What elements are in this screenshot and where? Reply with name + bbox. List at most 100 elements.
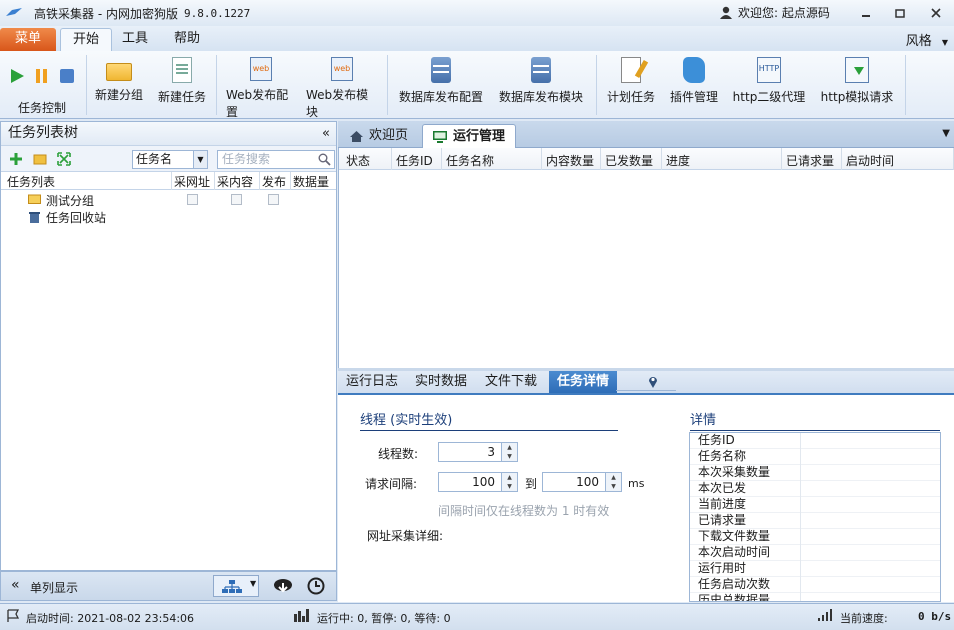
tab-welcome-label: 欢迎页 xyxy=(369,128,409,143)
tab-run-log[interactable]: 运行日志 xyxy=(338,371,406,393)
tab-tools[interactable]: 工具 xyxy=(110,28,160,51)
info-row-label: 运行用时 xyxy=(698,561,747,575)
info-row-label: 本次启动时间 xyxy=(698,545,771,559)
column-collect-content[interactable]: 采内容 xyxy=(217,173,253,190)
stop-task-button[interactable] xyxy=(59,68,75,84)
web-publish-config-label: Web发布配置 xyxy=(226,88,289,119)
column-task-list[interactable]: 任务列表 xyxy=(7,173,55,190)
task-tree-panel: 任务列表树 « 任务名 ▼ 任务搜索 任务列表 采网址 采内容 发布 数据量 测… xyxy=(0,121,337,571)
column-publish[interactable]: 发布 xyxy=(262,173,286,190)
pause-task-button[interactable] xyxy=(34,68,50,84)
collect-url-checkbox[interactable] xyxy=(187,194,198,205)
tree-item-recycle-bin[interactable]: 任务回收站 xyxy=(1,208,336,226)
document-tabs: 欢迎页 运行管理 ▼ xyxy=(338,121,954,148)
info-row: 本次采集数量 xyxy=(690,465,940,481)
app-menu-tab[interactable]: 菜单 xyxy=(0,28,56,51)
info-row: 任务启动次数 xyxy=(690,577,940,593)
task-control-label: 任务控制 xyxy=(18,101,67,115)
clock-icon[interactable] xyxy=(307,577,325,595)
info-row-label: 任务启动次数 xyxy=(698,577,771,591)
column-collect-url[interactable]: 采网址 xyxy=(174,173,210,190)
style-menu[interactable]: 风格 ▼ xyxy=(906,30,948,49)
tab-start[interactable]: 开始 xyxy=(60,28,113,51)
add-icon[interactable] xyxy=(9,152,23,166)
thread-count-label: 线程数: xyxy=(378,447,419,461)
web-publish-config-button[interactable]: web Web发布配置 xyxy=(226,57,296,119)
task-field-select[interactable]: 任务名 ▼ xyxy=(132,150,208,169)
info-row-label: 下载文件数量 xyxy=(698,529,771,543)
close-button[interactable] xyxy=(928,5,944,21)
plugin-manage-button[interactable]: 插件管理 xyxy=(668,57,720,113)
collect-content-checkbox[interactable] xyxy=(231,194,242,205)
layout-view-button[interactable]: ▼ xyxy=(213,575,259,597)
tab-task-detail[interactable]: 任务详情 xyxy=(549,371,618,393)
collapse-panel-icon[interactable]: « xyxy=(322,122,330,145)
http-request-icon xyxy=(845,57,869,83)
start-task-button[interactable] xyxy=(9,68,25,84)
tab-file-download[interactable]: 文件下载 xyxy=(477,371,545,393)
detail-tabs: 运行日志 实时数据 文件下载 任务详情 xyxy=(338,371,954,395)
window-title: 高铁采集器 - 内网加密狗版 xyxy=(34,6,178,21)
task-search-placeholder: 任务搜索 xyxy=(222,152,271,166)
db-publish-module-button[interactable]: 数据库发布模块 xyxy=(498,57,584,113)
tab-list-dropdown-icon[interactable]: ▼ xyxy=(942,128,950,139)
http-request-button[interactable]: http模拟请求 xyxy=(818,57,896,113)
column-requested-count[interactable]: 已请求量 xyxy=(786,152,834,169)
expand-icon[interactable] xyxy=(57,152,71,166)
cloud-download-icon[interactable] xyxy=(273,577,293,595)
task-detail-panel: 线程 (实时生效) 线程数: 3 ▲ ▼ 请求间隔: 100 ▲ ▼ 到 100 ▲… xyxy=(338,395,954,602)
minimize-button[interactable] xyxy=(858,5,874,21)
info-row: 任务ID xyxy=(690,433,940,449)
interval-unit: ms xyxy=(628,477,645,490)
column-start-time[interactable]: 启动时间 xyxy=(846,152,894,169)
db-publish-config-button[interactable]: 数据库发布配置 xyxy=(398,57,484,113)
user-greeting: 欢迎您: 起点源码 xyxy=(738,6,830,20)
interval-from-value: 100 xyxy=(472,475,495,489)
web-publish-module-button[interactable]: web Web发布模块 xyxy=(306,57,378,119)
user-info[interactable]: 欢迎您: 起点源码 xyxy=(720,4,830,21)
schedule-icon xyxy=(621,57,641,83)
column-status[interactable]: 状态 xyxy=(346,152,370,169)
restore-button[interactable] xyxy=(892,5,908,21)
interval-from-stepper[interactable]: 100 ▲ ▼ xyxy=(438,472,518,492)
column-data-count[interactable]: 数据量 xyxy=(293,173,329,190)
search-icon[interactable] xyxy=(318,153,331,166)
column-published-count[interactable]: 已发数量 xyxy=(605,152,653,169)
db-config-icon xyxy=(431,57,451,83)
column-task-name[interactable]: 任务名称 xyxy=(446,152,494,169)
run-status: 运行中: 0, 暂停: 0, 等待: 0 xyxy=(317,612,451,625)
http-proxy-icon: HTTP xyxy=(757,57,781,83)
schedule-task-button[interactable]: 计划任务 xyxy=(606,57,656,113)
folder-icon xyxy=(106,63,132,81)
stepper-arrows-icon[interactable]: ▲ ▼ xyxy=(605,473,621,491)
interval-to-stepper[interactable]: 100 ▲ ▼ xyxy=(542,472,622,492)
new-task-button[interactable]: 新建任务 xyxy=(157,57,207,113)
single-column-label[interactable]: 单列显示 xyxy=(30,579,78,596)
web-config-icon: web xyxy=(250,57,272,81)
column-task-id[interactable]: 任务ID xyxy=(396,152,433,169)
info-section-title: 详情 xyxy=(690,409,940,431)
db-publish-config-label: 数据库发布配置 xyxy=(398,90,483,104)
single-column-icon[interactable]: « xyxy=(11,577,20,593)
task-search-input[interactable]: 任务搜索 xyxy=(217,150,335,169)
status-bar: 启动时间: 2021-08-02 23:54:06 运行中: 0, 暂停: 0,… xyxy=(0,603,954,630)
column-content-count[interactable]: 内容数量 xyxy=(546,152,594,169)
http-proxy-button[interactable]: HTTP http二级代理 xyxy=(731,57,807,113)
interval-to-value: 100 xyxy=(576,475,599,489)
tab-welcome[interactable]: 欢迎页 xyxy=(340,124,418,148)
publish-checkbox[interactable] xyxy=(268,194,279,205)
hierarchy-icon xyxy=(222,580,242,593)
tab-realtime-data[interactable]: 实时数据 xyxy=(407,371,475,393)
stepper-arrows-icon[interactable]: ▲ ▼ xyxy=(501,443,517,461)
tree-item-test-group[interactable]: 测试分组 xyxy=(1,190,336,208)
new-group-button[interactable]: 新建分组 xyxy=(94,57,144,113)
ribbon-toolbar: 任务控制 新建分组 新建任务 web Web发布配置 web Web发布模块 数… xyxy=(0,51,954,119)
folder-open-icon[interactable] xyxy=(33,152,47,166)
thread-count-stepper[interactable]: 3 ▲ ▼ xyxy=(438,442,518,462)
pin-tab[interactable] xyxy=(616,373,676,391)
stepper-arrows-icon[interactable]: ▲ ▼ xyxy=(501,473,517,491)
tab-run-management[interactable]: 运行管理 xyxy=(422,124,517,148)
column-progress[interactable]: 进度 xyxy=(666,152,690,169)
tab-help[interactable]: 帮助 xyxy=(162,28,212,51)
new-group-label: 新建分组 xyxy=(94,88,143,102)
